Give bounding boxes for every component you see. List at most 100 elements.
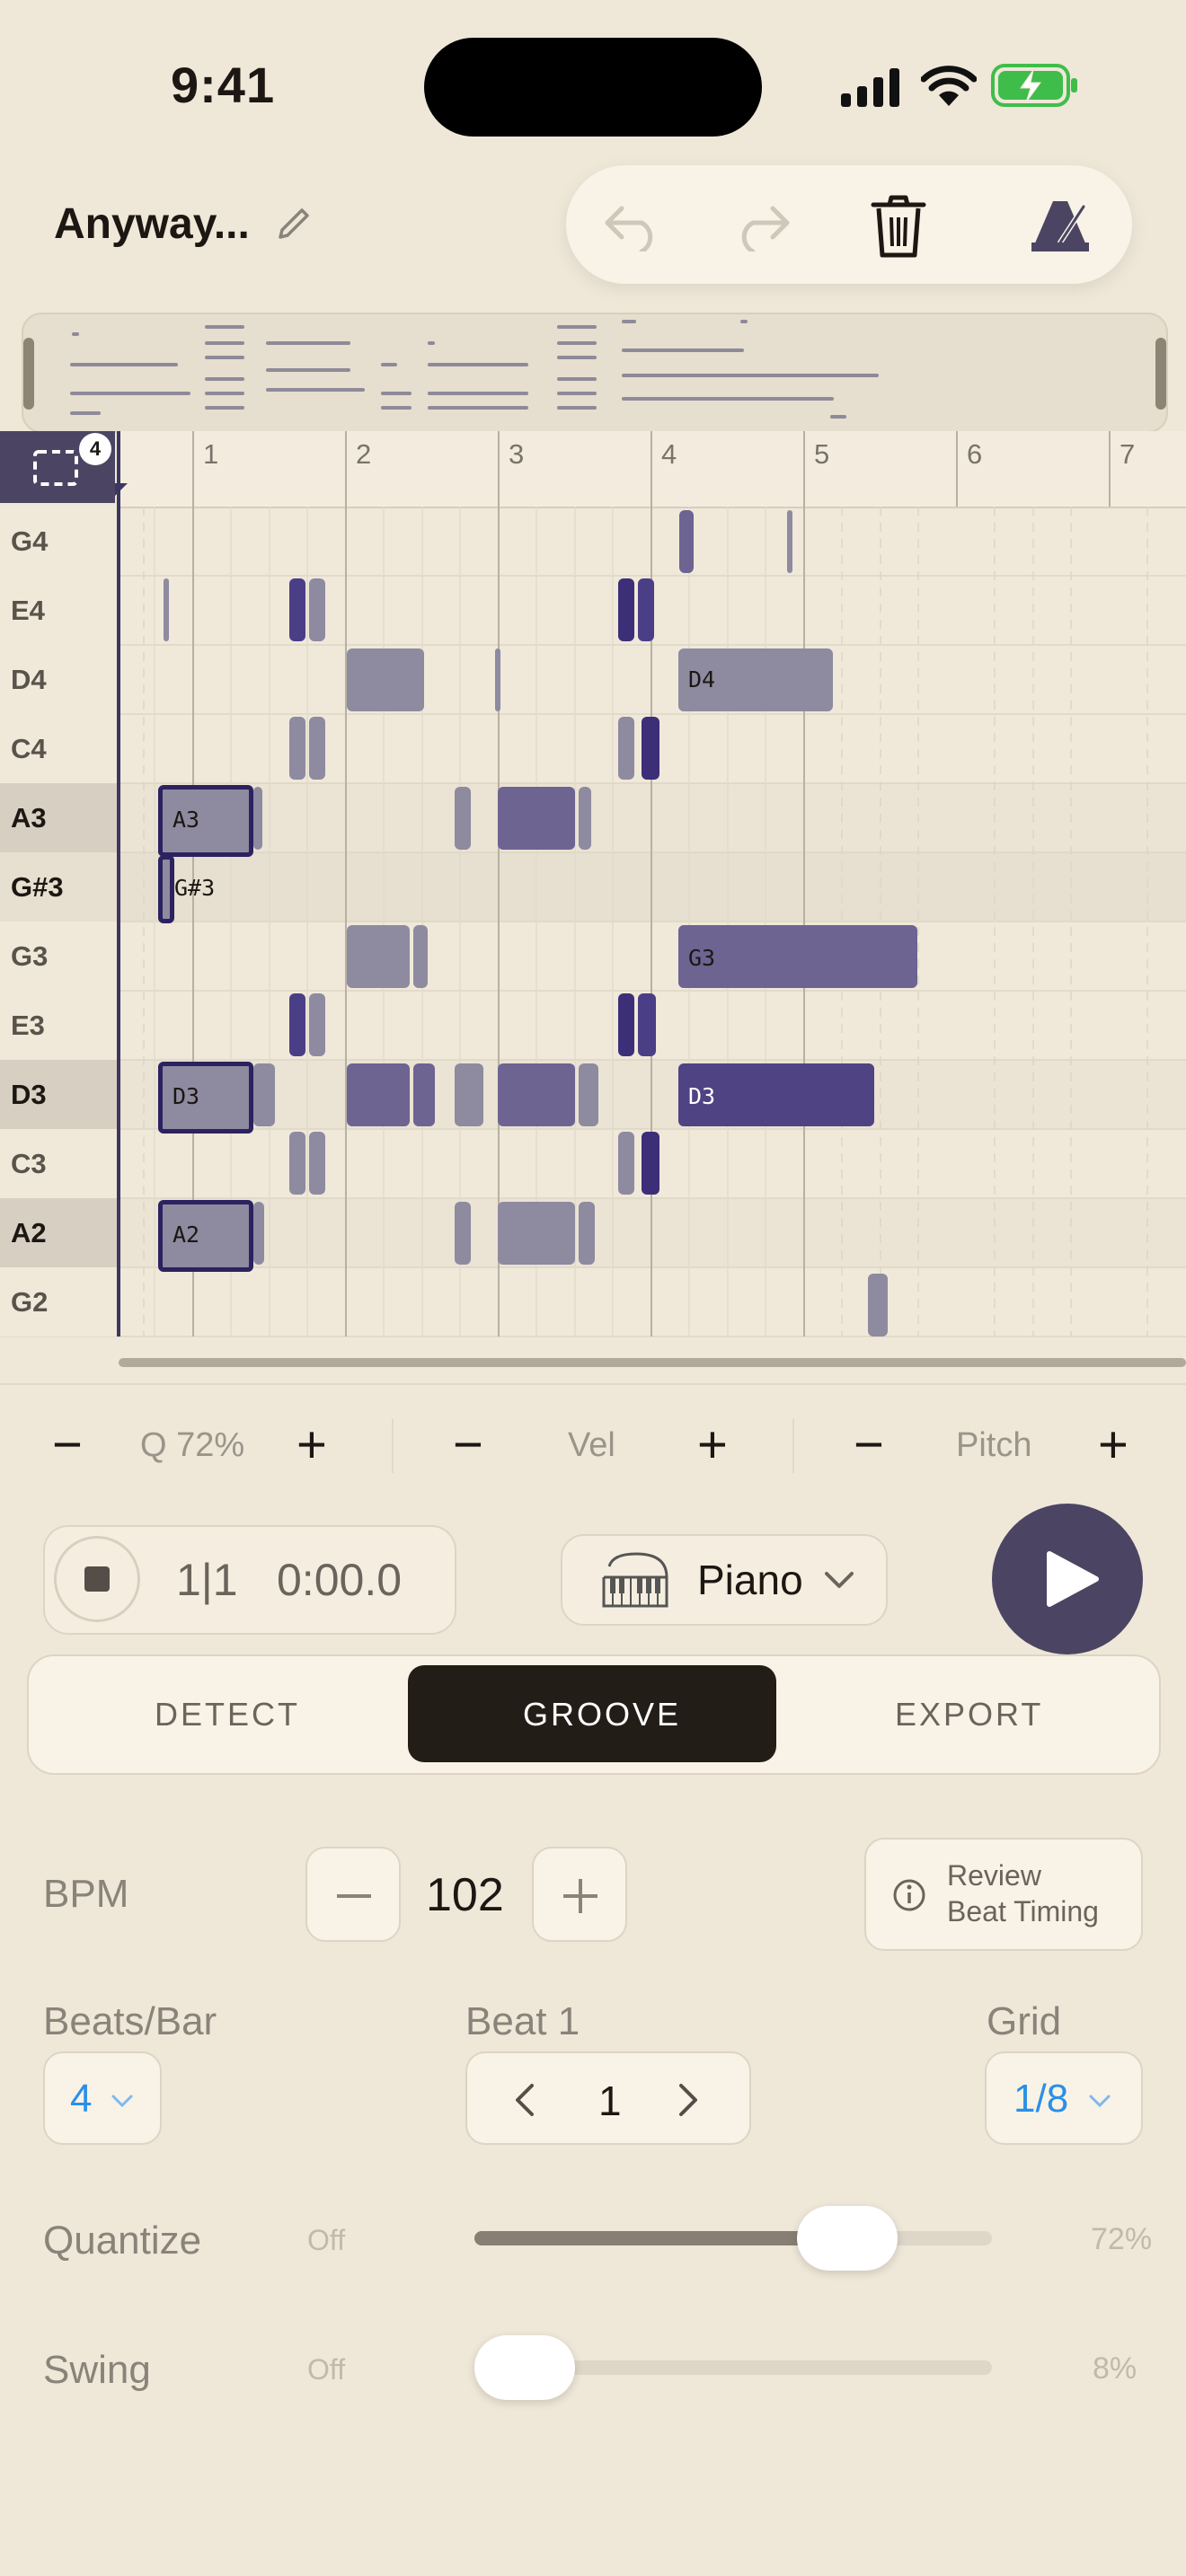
note[interactable] <box>347 1063 410 1126</box>
bar-number: 7 <box>1120 438 1136 470</box>
key-label[interactable]: D3 <box>0 1060 117 1129</box>
note-label: G3 <box>688 945 716 971</box>
note[interactable] <box>642 1132 659 1195</box>
instrument-selector[interactable]: Piano <box>561 1534 888 1626</box>
divider <box>392 1419 394 1473</box>
note[interactable] <box>164 578 169 641</box>
chevron-down-icon <box>111 2095 133 2108</box>
tab-detect[interactable]: DETECT <box>155 1696 300 1734</box>
tab-groove-active[interactable]: GROOVE <box>408 1665 776 1762</box>
quantize-decrease-button[interactable]: − <box>52 1419 83 1471</box>
note[interactable] <box>498 1063 575 1126</box>
key-label[interactable]: C3 <box>0 1129 117 1198</box>
overview-minimap[interactable] <box>22 313 1168 433</box>
note[interactable] <box>618 1132 634 1195</box>
undo-icon[interactable] <box>602 201 667 251</box>
metronome-icon[interactable] <box>1026 198 1094 255</box>
quantize-value: 72% <box>1091 2222 1153 2256</box>
note[interactable] <box>455 1063 483 1126</box>
note[interactable] <box>347 925 410 988</box>
tab-export[interactable]: EXPORT <box>895 1696 1043 1734</box>
beat1-value: 1 <box>598 2078 622 2124</box>
note[interactable] <box>289 578 305 641</box>
note[interactable] <box>413 925 428 988</box>
overview-notes <box>70 320 879 419</box>
key-label[interactable]: A2 <box>0 1198 117 1267</box>
note[interactable] <box>309 993 325 1056</box>
note[interactable] <box>868 1274 888 1337</box>
key-label[interactable]: G3 <box>0 922 117 991</box>
selection-count-badge: 4 <box>79 433 111 465</box>
key-label[interactable]: D4 <box>0 645 117 714</box>
note[interactable] <box>618 578 634 641</box>
note[interactable] <box>618 717 634 780</box>
key-label[interactable]: G4 <box>0 507 117 576</box>
tab-groove-label: GROOVE <box>523 1696 682 1733</box>
note[interactable] <box>618 993 634 1056</box>
swing-slider-track[interactable] <box>474 2335 992 2400</box>
note[interactable] <box>253 1063 275 1126</box>
marquee-select-button[interactable]: 4 <box>0 431 115 503</box>
note[interactable] <box>642 717 659 780</box>
key-label[interactable]: C4 <box>0 714 117 783</box>
horizontal-scrollbar[interactable] <box>119 1358 1186 1367</box>
note-selected[interactable] <box>158 855 174 923</box>
note[interactable] <box>289 717 305 780</box>
velocity-decrease-button[interactable]: − <box>453 1419 483 1471</box>
bpm-increase-button[interactable] <box>532 1847 627 1942</box>
note[interactable] <box>309 1132 325 1195</box>
pitch-increase-button[interactable]: + <box>1098 1419 1128 1471</box>
song-title[interactable]: Anyway... <box>54 199 250 249</box>
note[interactable] <box>455 1202 471 1265</box>
grid-dropdown[interactable]: 1/8 <box>985 2051 1143 2145</box>
key-label[interactable]: E3 <box>0 991 117 1060</box>
key-label[interactable]: E4 <box>0 576 117 645</box>
note[interactable] <box>347 648 424 711</box>
play-button[interactable] <box>992 1504 1143 1654</box>
chevron-down-icon <box>825 1572 854 1588</box>
note[interactable] <box>787 510 792 573</box>
note[interactable] <box>579 787 591 850</box>
note[interactable] <box>638 993 656 1056</box>
note[interactable] <box>579 1063 598 1126</box>
trash-icon[interactable] <box>870 194 927 259</box>
note[interactable] <box>579 1202 595 1265</box>
beats-per-bar-dropdown[interactable]: 4 <box>43 2051 162 2145</box>
note[interactable] <box>498 1202 575 1265</box>
quantize-slider-track[interactable] <box>474 2206 992 2271</box>
note[interactable] <box>253 787 262 850</box>
key-label[interactable]: G2 <box>0 1267 117 1337</box>
pitch-decrease-button[interactable]: − <box>854 1419 884 1471</box>
quantize-slider-thumb[interactable] <box>796 2206 898 2271</box>
note[interactable] <box>309 717 325 780</box>
swing-slider-thumb[interactable] <box>474 2335 575 2400</box>
key-label[interactable]: A3 <box>0 783 117 852</box>
note[interactable] <box>495 648 500 711</box>
note[interactable] <box>679 510 694 573</box>
review-beat-timing-button[interactable]: Review Beat Timing <box>864 1838 1143 1951</box>
note[interactable] <box>289 1132 305 1195</box>
stop-button[interactable] <box>54 1536 140 1622</box>
note[interactable] <box>253 1202 264 1265</box>
bpm-label: BPM <box>43 1872 129 1916</box>
chevron-left-icon[interactable] <box>512 2082 537 2118</box>
pencil-icon[interactable] <box>273 205 313 244</box>
piano-roll[interactable]: 1 2 3 4 5 6 7 4 G4 E4 D4 C4 A3 G#3 G3 E3… <box>0 431 1186 1383</box>
beats-per-bar-value: 4 <box>70 2077 93 2121</box>
transport-position: 1|1 <box>176 1555 238 1605</box>
note[interactable] <box>498 787 575 850</box>
bpm-decrease-button[interactable] <box>305 1847 401 1942</box>
bar-number: 5 <box>814 438 830 470</box>
velocity-increase-button[interactable]: + <box>697 1419 728 1471</box>
note[interactable] <box>638 578 654 641</box>
divider <box>792 1419 794 1473</box>
key-label[interactable]: G#3 <box>0 852 117 922</box>
quantize-increase-button[interactable]: + <box>296 1419 327 1471</box>
note[interactable] <box>455 787 471 850</box>
note[interactable] <box>289 993 305 1056</box>
chevron-right-icon[interactable] <box>676 2082 701 2118</box>
instrument-name: Piano <box>697 1557 803 1603</box>
redo-icon[interactable] <box>728 201 792 251</box>
note[interactable] <box>413 1063 435 1126</box>
note[interactable] <box>309 578 325 641</box>
